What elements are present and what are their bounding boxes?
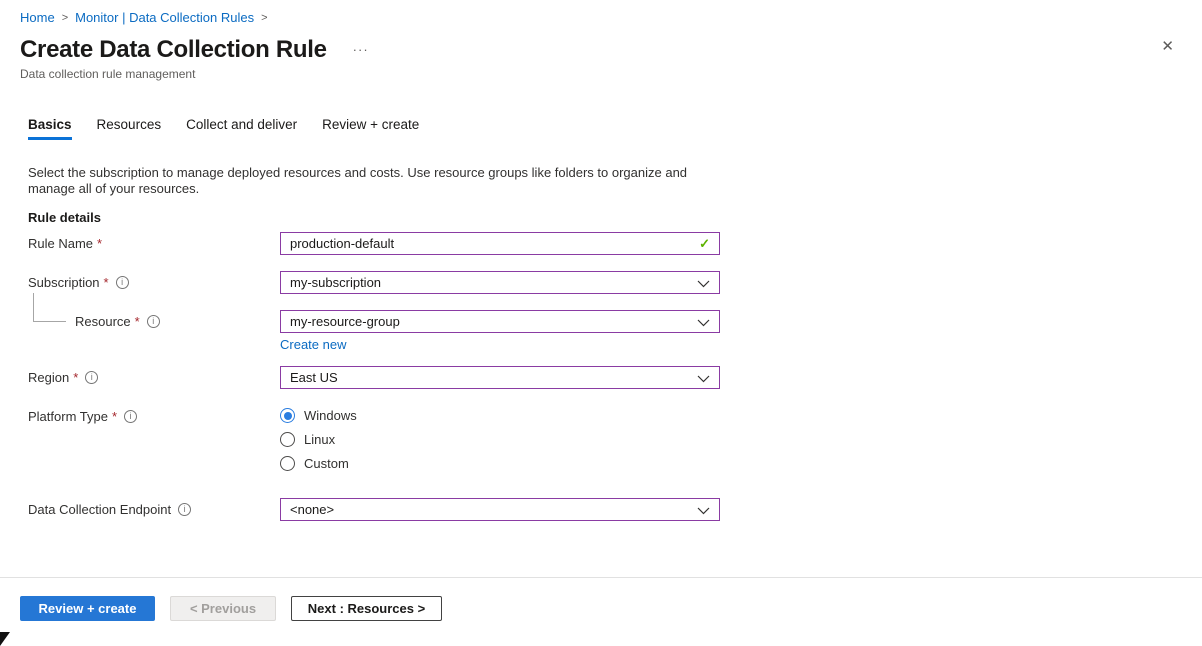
rule-name-input[interactable]: production-default ✓ (280, 232, 720, 255)
tab-collect-and-deliver[interactable]: Collect and deliver (186, 117, 297, 140)
data-collection-endpoint-row: Data Collection Endpoint i <none> (0, 498, 1202, 521)
required-marker: * (135, 314, 140, 329)
data-collection-endpoint-dropdown[interactable]: <none> (280, 498, 720, 521)
info-icon[interactable]: i (147, 315, 160, 328)
required-marker: * (112, 409, 117, 424)
region-row: Region * i East US (0, 366, 1202, 389)
subscription-label: Subscription * i (28, 275, 280, 290)
subscription-row: Subscription * i my-subscription (0, 271, 1202, 294)
subscription-value: my-subscription (290, 275, 381, 290)
indent-connector-horizontal (33, 321, 66, 322)
radio-option-linux[interactable]: Linux (280, 432, 357, 447)
previous-button[interactable]: < Previous (170, 596, 276, 621)
chevron-down-icon (697, 280, 710, 288)
next-resources-button[interactable]: Next : Resources > (291, 596, 442, 621)
chevron-down-icon (697, 319, 710, 327)
breadcrumb-separator-icon: > (254, 12, 274, 24)
data-collection-endpoint-label: Data Collection Endpoint i (28, 502, 280, 517)
tab-review-create[interactable]: Review + create (322, 117, 419, 140)
radio-label-linux: Linux (304, 432, 335, 447)
rule-name-label-text: Rule Name (28, 236, 93, 251)
platform-type-label-text: Platform Type (28, 409, 108, 424)
platform-type-radio-group: Windows Linux Custom (280, 408, 357, 471)
valid-check-icon: ✓ (699, 236, 710, 252)
subscription-description: Select the subscription to manage deploy… (28, 165, 698, 197)
resource-group-row: Resource * i my-resource-group (0, 310, 1202, 333)
info-icon[interactable]: i (85, 371, 98, 384)
required-marker: * (73, 370, 78, 385)
data-collection-endpoint-label-text: Data Collection Endpoint (28, 502, 171, 517)
required-marker: * (97, 236, 102, 251)
platform-type-row: Platform Type * i Windows Linux Custom (0, 408, 1202, 471)
platform-type-label: Platform Type * i (28, 408, 280, 424)
breadcrumb: Home > Monitor | Data Collection Rules > (0, 0, 1202, 25)
rule-name-row: Rule Name * production-default ✓ (0, 232, 1202, 255)
resource-group-value: my-resource-group (290, 314, 400, 329)
required-marker: * (104, 275, 109, 290)
breadcrumb-home-link[interactable]: Home (20, 10, 55, 25)
create-new-link[interactable]: Create new (280, 337, 346, 352)
resource-group-label: Resource * i (75, 314, 280, 329)
region-value: East US (290, 370, 338, 385)
breadcrumb-separator-icon: > (55, 12, 75, 24)
chevron-down-icon (697, 507, 710, 515)
radio-selected-icon[interactable] (280, 408, 295, 423)
rule-name-value: production-default (290, 236, 394, 251)
breadcrumb-monitor-link[interactable]: Monitor | Data Collection Rules (75, 10, 254, 25)
radio-label-windows: Windows (304, 408, 357, 423)
more-options-icon[interactable]: ··· (353, 37, 369, 63)
resource-group-dropdown[interactable]: my-resource-group (280, 310, 720, 333)
tab-bar: Basics Resources Collect and deliver Rev… (28, 117, 1202, 140)
data-collection-endpoint-value: <none> (290, 502, 334, 517)
footer-button-bar: Review + create < Previous Next : Resour… (0, 578, 1202, 621)
indent-connector-vertical (33, 293, 34, 322)
tab-basics[interactable]: Basics (28, 117, 72, 140)
close-icon[interactable]: ✕ (1161, 38, 1174, 56)
subscription-dropdown[interactable]: my-subscription (280, 271, 720, 294)
mouse-cursor (0, 632, 10, 646)
region-label: Region * i (28, 370, 280, 385)
radio-option-custom[interactable]: Custom (280, 456, 357, 471)
radio-option-windows[interactable]: Windows (280, 408, 357, 423)
region-dropdown[interactable]: East US (280, 366, 720, 389)
page-subtitle: Data collection rule management (20, 67, 1202, 81)
page-title: Create Data Collection Rule (20, 37, 327, 63)
info-icon[interactable]: i (116, 276, 129, 289)
subscription-label-text: Subscription (28, 275, 100, 290)
info-icon[interactable]: i (178, 503, 191, 516)
resource-group-label-text: Resource (75, 314, 131, 329)
radio-unselected-icon[interactable] (280, 432, 295, 447)
create-new-row: Create new (0, 337, 1202, 351)
tab-resources[interactable]: Resources (97, 117, 162, 140)
radio-unselected-icon[interactable] (280, 456, 295, 471)
radio-label-custom: Custom (304, 456, 349, 471)
rule-details-heading: Rule details (28, 210, 1202, 225)
region-label-text: Region (28, 370, 69, 385)
chevron-down-icon (697, 375, 710, 383)
info-icon[interactable]: i (124, 410, 137, 423)
review-create-button[interactable]: Review + create (20, 596, 155, 621)
rule-name-label: Rule Name * (28, 236, 280, 251)
